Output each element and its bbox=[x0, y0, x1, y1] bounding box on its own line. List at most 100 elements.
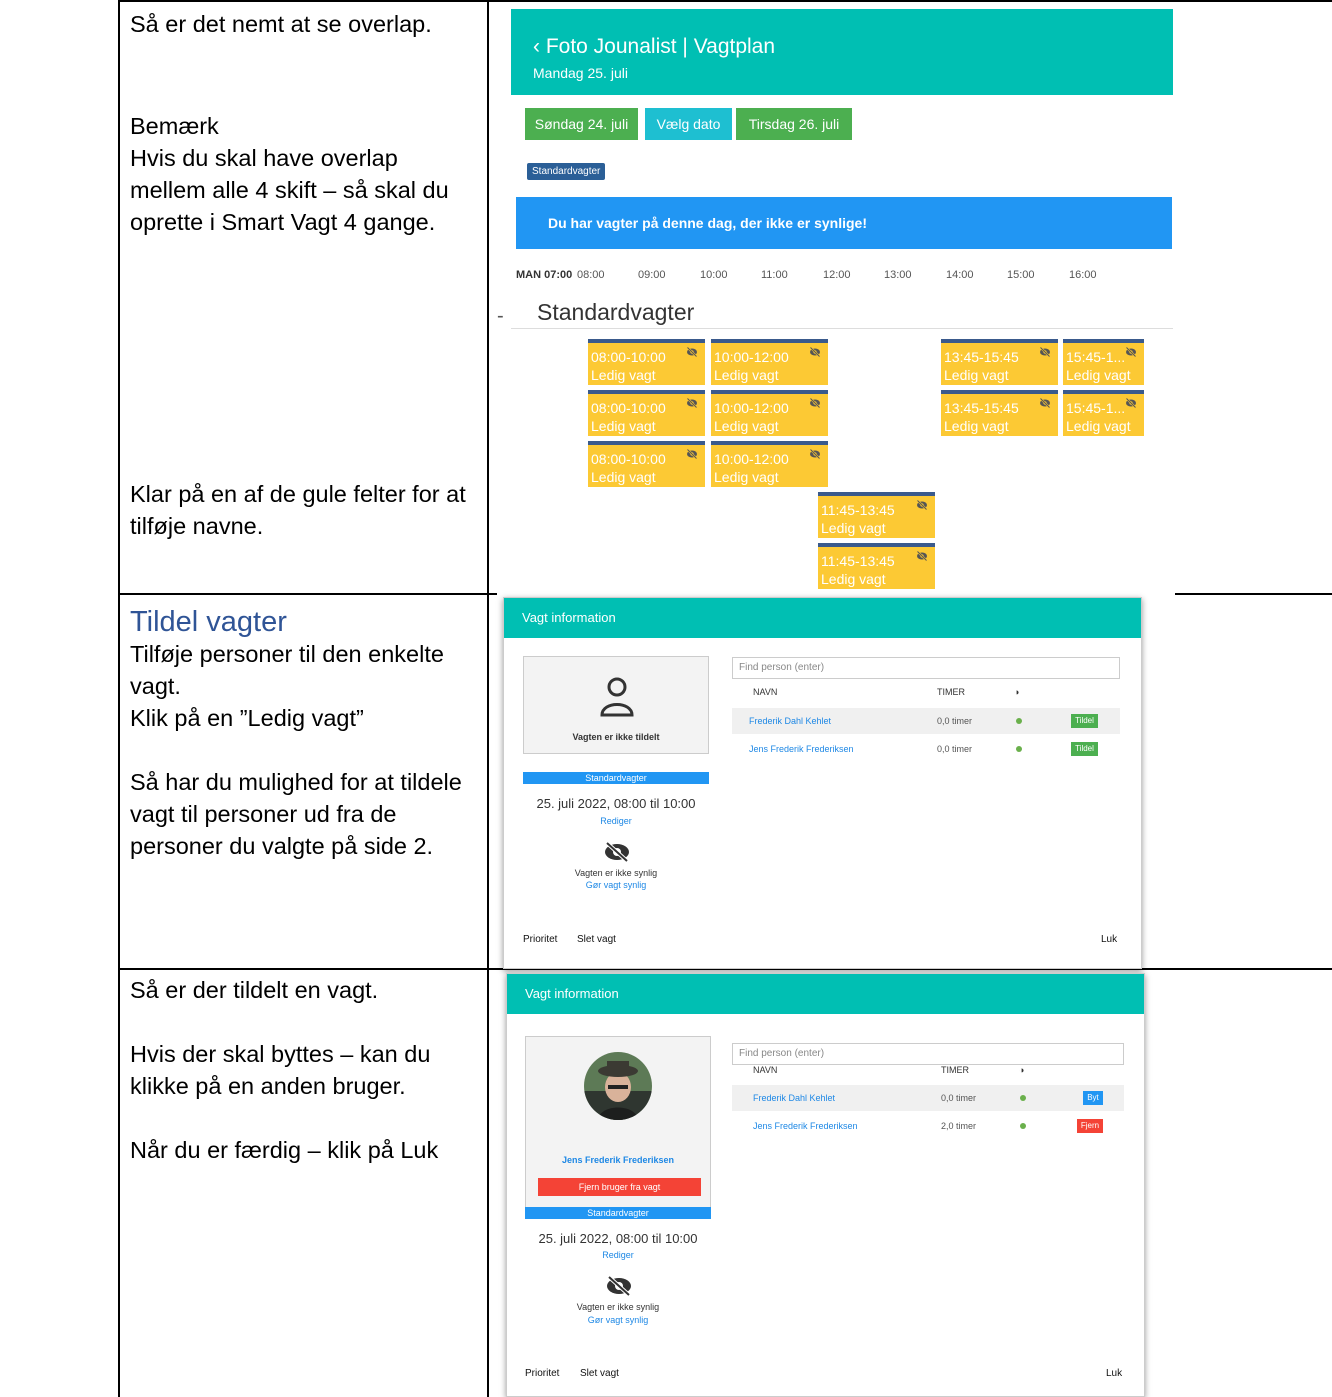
close-button[interactable]: Luk bbox=[1101, 934, 1117, 945]
person-hours: 0,0 timer bbox=[941, 1093, 977, 1103]
shift-block[interactable]: 13:45-15:45 Ledig vagt bbox=[941, 339, 1058, 385]
shift-status: Ledig vagt bbox=[821, 571, 886, 587]
shift-block[interactable]: 08:00-10:00 Ledig vagt bbox=[588, 441, 705, 487]
assign-button[interactable]: Tildel bbox=[1071, 714, 1098, 728]
edit-link[interactable]: Rediger bbox=[516, 816, 716, 826]
shift-block[interactable]: 11:45-13:45 Ledig vagt bbox=[818, 492, 935, 538]
eye-slash-icon bbox=[605, 841, 629, 863]
eye-slash-icon bbox=[1125, 346, 1137, 358]
eye-slash-icon bbox=[1039, 397, 1051, 409]
prev-day-button[interactable]: Søndag 24. juli bbox=[525, 108, 638, 140]
row2-text: Tildel vagter Tilføje personer til den e… bbox=[130, 606, 480, 862]
eye-slash-icon bbox=[607, 1275, 631, 1297]
table-column-divider bbox=[487, 0, 489, 1397]
shift-status: Ledig vagt bbox=[944, 418, 1009, 434]
shift-block[interactable]: 10:00-12:00 Ledig vagt bbox=[711, 339, 828, 385]
eye-slash-icon bbox=[686, 448, 698, 460]
make-visible-link[interactable]: Gør vagt synlig bbox=[518, 1315, 718, 1325]
swap-button[interactable]: Byt bbox=[1083, 1091, 1103, 1105]
col-name-header: NAVN bbox=[753, 687, 778, 697]
delete-shift-button[interactable]: Slet vagt bbox=[580, 1368, 619, 1379]
person-name[interactable]: Frederik Dahl Kehlet bbox=[753, 1085, 835, 1111]
shift-block[interactable]: 15:45-1... Ledig vagt bbox=[1063, 390, 1144, 436]
row3-text: Så er der tildelt en vagt. Hvis der skal… bbox=[130, 974, 480, 1166]
document-page: Så er det nemt at se overlap. Bemærk Hvi… bbox=[0, 0, 1332, 1397]
timeline-tick: 08:00 bbox=[577, 269, 605, 281]
person-name[interactable]: Jens Frederik Frederiksen bbox=[749, 736, 854, 762]
modal-title: Vagt information bbox=[525, 986, 619, 1001]
remove-button[interactable]: Fjern bbox=[1077, 1119, 1103, 1133]
assigned-person-name[interactable]: Jens Frederik Frederiksen bbox=[526, 1155, 710, 1165]
assignee-card: Vagten er ikke tildelt bbox=[523, 656, 709, 754]
shift-block[interactable]: 08:00-10:00 Ledig vagt bbox=[588, 339, 705, 385]
find-person-input[interactable]: Find person (enter) bbox=[732, 1043, 1124, 1065]
shift-block[interactable]: 10:00-12:00 Ledig vagt bbox=[711, 441, 828, 487]
eye-slash-icon bbox=[809, 448, 821, 460]
table-row[interactable]: Jens Frederik Frederiksen 2,0 timer Fjer… bbox=[732, 1113, 1124, 1139]
eye-slash-icon bbox=[686, 397, 698, 409]
hidden-text: Vagten er ikke synlig bbox=[576, 1302, 660, 1312]
schedule-screenshot: ‹ Foto Jounalist | Vagtplan Mandag 25. j… bbox=[497, 3, 1175, 595]
schedule-header: ‹ Foto Jounalist | Vagtplan Mandag 25. j… bbox=[511, 9, 1173, 95]
banner-text: Du har vagter på denne dag, der ikke er … bbox=[548, 215, 867, 231]
person-name[interactable]: Jens Frederik Frederiksen bbox=[753, 1113, 858, 1139]
timeline: MAN 07:00 08:00 09:00 10:00 11:00 12:00 … bbox=[516, 269, 1175, 287]
shift-block[interactable]: 15:45-1... Ledig vagt bbox=[1063, 339, 1144, 385]
timeline-tick: 09:00 bbox=[638, 269, 666, 281]
eye-slash-icon bbox=[916, 550, 928, 562]
row1-p4: Klar på en af de gule felter for at tilf… bbox=[130, 481, 466, 539]
table-row[interactable]: Frederik Dahl Kehlet 0,0 timer Byt bbox=[732, 1085, 1124, 1111]
remove-user-button[interactable]: Fjern bruger fra vagt bbox=[538, 1178, 701, 1196]
delete-shift-button[interactable]: Slet vagt bbox=[577, 934, 616, 945]
schedule-title[interactable]: ‹ Foto Jounalist | Vagtplan bbox=[533, 35, 775, 59]
row2-p1: Tilføje personer til den enkelte vagt. bbox=[130, 641, 444, 699]
person-hours: 0,0 timer bbox=[937, 744, 973, 754]
assign-button[interactable]: Tildel bbox=[1071, 742, 1098, 756]
shift-block[interactable]: 08:00-10:00 Ledig vagt bbox=[588, 390, 705, 436]
eye-slash-icon bbox=[1125, 397, 1137, 409]
collapse-dash-icon[interactable]: - bbox=[497, 305, 504, 328]
col-hours-header: TIMER bbox=[937, 687, 965, 697]
shift-status: Ledig vagt bbox=[944, 367, 1009, 383]
timeline-tick: 13:00 bbox=[884, 269, 912, 281]
shift-block[interactable]: 11:45-13:45 Ledig vagt bbox=[818, 543, 935, 589]
shift-block[interactable]: 13:45-15:45 Ledig vagt bbox=[941, 390, 1058, 436]
eye-slash-icon bbox=[1039, 346, 1051, 358]
row2-heading: Tildel vagter bbox=[130, 606, 287, 638]
shift-status: Ledig vagt bbox=[714, 418, 779, 434]
table-border-left bbox=[118, 0, 120, 1397]
status-dot-icon bbox=[1020, 1095, 1026, 1101]
priority-button[interactable]: Prioritet bbox=[523, 934, 557, 945]
make-visible-link[interactable]: Gør vagt synlig bbox=[516, 880, 716, 890]
table-border-top bbox=[118, 0, 1332, 2]
edit-link[interactable]: Rediger bbox=[518, 1250, 718, 1260]
shift-date: 25. juli 2022, 08:00 til 10:00 bbox=[538, 1231, 698, 1246]
find-person-input[interactable]: Find person (enter) bbox=[732, 657, 1120, 679]
person-hours: 0,0 timer bbox=[937, 716, 973, 726]
eye-slash-icon bbox=[809, 397, 821, 409]
shift-info-modal-unassigned: Vagt information Vagten er ikke tildelt … bbox=[503, 597, 1142, 969]
timeline-tick: 12:00 bbox=[823, 269, 851, 281]
shift-type-tag: Standardvagter bbox=[523, 772, 709, 784]
status-col-icon: ◑ bbox=[1014, 687, 1020, 697]
priority-button[interactable]: Prioritet bbox=[525, 1368, 559, 1379]
shift-block[interactable]: 10:00-12:00 Ledig vagt bbox=[711, 390, 828, 436]
standard-shifts-tag[interactable]: Standardvagter bbox=[527, 163, 606, 180]
col-hours-header: TIMER bbox=[941, 1065, 969, 1075]
shift-status: Ledig vagt bbox=[1066, 367, 1131, 383]
row1-text: Så er det nemt at se overlap. Bemærk Hvi… bbox=[130, 8, 480, 238]
pick-date-button[interactable]: Vælg dato bbox=[645, 108, 732, 140]
table-row[interactable]: Jens Frederik Frederiksen 0,0 timer Tild… bbox=[732, 736, 1120, 762]
timeline-tick: 15:00 bbox=[1007, 269, 1035, 281]
shift-status: Ledig vagt bbox=[714, 469, 779, 485]
schedule-subtitle: Mandag 25. juli bbox=[533, 65, 628, 81]
status-col-icon: ◑ bbox=[1019, 1065, 1025, 1075]
table-row[interactable]: Frederik Dahl Kehlet 0,0 timer Tildel bbox=[732, 708, 1120, 734]
assignee-card: Jens Frederik Frederiksen Fjern bruger f… bbox=[525, 1036, 711, 1212]
shift-date: 25. juli 2022, 08:00 til 10:00 bbox=[536, 796, 696, 811]
person-name[interactable]: Frederik Dahl Kehlet bbox=[749, 708, 831, 734]
next-day-button[interactable]: Tirsdag 26. juli bbox=[736, 108, 852, 140]
row1-p2: Bemærk bbox=[130, 113, 219, 139]
close-button[interactable]: Luk bbox=[1106, 1368, 1122, 1379]
status-dot-icon bbox=[1016, 718, 1022, 724]
